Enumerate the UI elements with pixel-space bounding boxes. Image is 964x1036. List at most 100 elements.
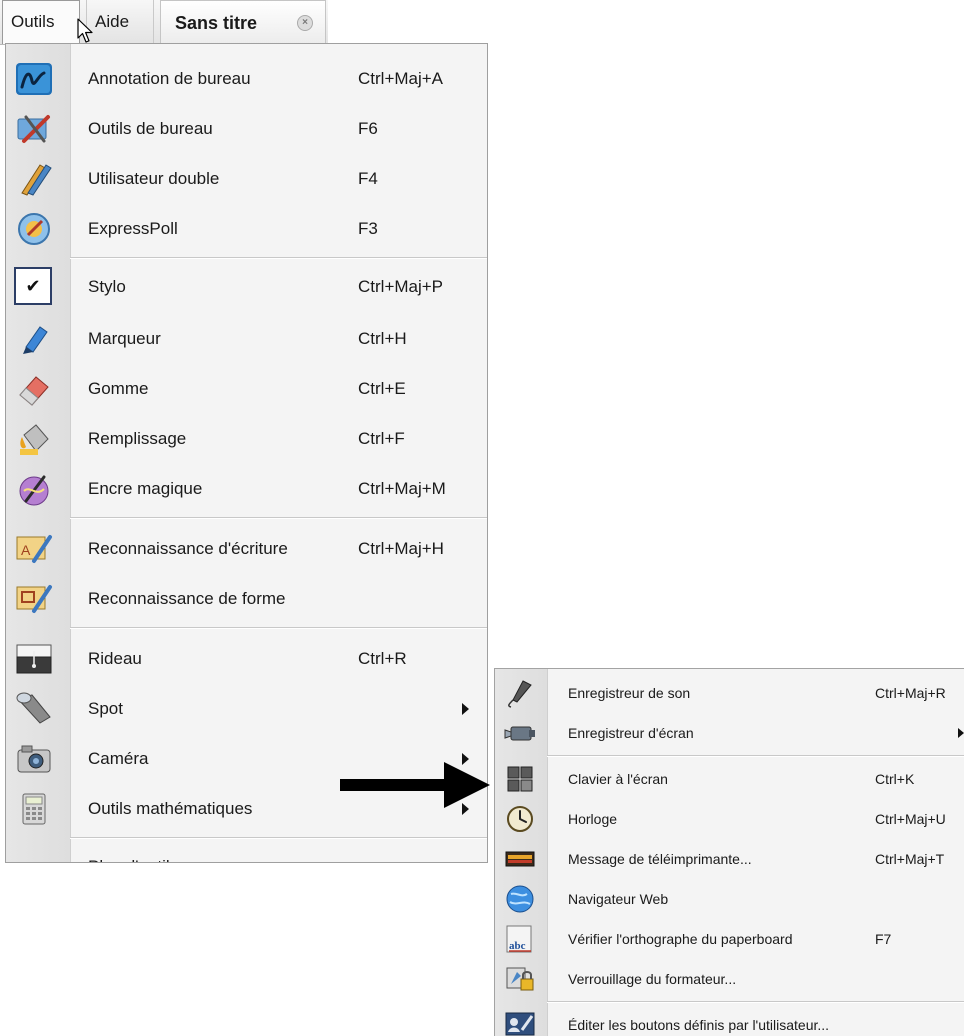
- menu-item-stylo[interactable]: ✔ Stylo Ctrl+Maj+P: [6, 262, 487, 312]
- submenu-item-shortcut: Ctrl+Maj+R: [875, 685, 946, 701]
- menu-item-reconnaissance-forme[interactable]: Reconnaissance de forme: [6, 574, 487, 624]
- spotlight-icon: [16, 692, 51, 724]
- menu-item-label: Utilisateur double: [88, 169, 220, 188]
- menu-item-outils-de-bureau[interactable]: Outils de bureau F6: [6, 104, 487, 154]
- microphone-icon: [508, 680, 532, 708]
- submenu-item-shortcut: Ctrl+Maj+T: [875, 851, 945, 867]
- menu-item-label: Gomme: [88, 379, 149, 398]
- menu-item-label: Caméra: [88, 749, 149, 768]
- pointer-arrow-icon: [340, 762, 490, 808]
- menu-item-annotation-de-bureau[interactable]: Annotation de bureau Ctrl+Maj+A: [6, 54, 487, 104]
- submenu-item-verifier-orthographe[interactable]: abc Vérifier l'orthographe du paperboard…: [495, 919, 964, 959]
- handwriting-recognition-icon: A: [16, 535, 52, 563]
- submenu-item-label: Enregistreur de son: [568, 685, 691, 701]
- submenu-item-enregistreur-ecran[interactable]: Enregistreur d'écran: [495, 713, 964, 753]
- menu-item-gomme[interactable]: Gomme Ctrl+E: [6, 364, 487, 414]
- spellcheck-icon-text: abc: [509, 940, 526, 952]
- camera-icon: [17, 745, 51, 773]
- menu-item-label: Spot: [88, 699, 123, 718]
- calculator-icon: [22, 793, 46, 825]
- submenu-item-message-teleimprimante[interactable]: Message de téléimprimante... Ctrl+Maj+T: [495, 839, 964, 879]
- check-icon: ✔: [14, 267, 52, 305]
- menu-item-shortcut: F6: [358, 119, 378, 138]
- menu-item-encre-magique[interactable]: Encre magique Ctrl+Maj+M: [6, 464, 487, 514]
- magic-ink-icon: [19, 475, 49, 506]
- menu-item-expresspoll[interactable]: ExpressPoll F3: [6, 204, 487, 254]
- clock-icon: [507, 806, 533, 832]
- desktop-tools-icon: [17, 115, 50, 143]
- tab-title: Sans titre: [175, 13, 258, 33]
- submenu-item-shortcut: Ctrl+Maj+U: [875, 811, 946, 827]
- menu-item-label: Reconnaissance d'écriture: [88, 539, 288, 558]
- submenu-item-editer-boutons[interactable]: Éditer les boutons définis par l'utilisa…: [495, 1005, 964, 1036]
- submenu-item-shortcut: Ctrl+K: [875, 771, 915, 787]
- spellcheck-icon: abc: [506, 925, 532, 953]
- eraser-icon: [19, 376, 49, 406]
- menu-item-shortcut: F4: [358, 169, 378, 188]
- submenu-item-enregistreur-son[interactable]: Enregistreur de son Ctrl+Maj+R: [495, 673, 964, 713]
- shape-recognition-icon: [16, 585, 52, 613]
- menu-separator: [70, 517, 487, 519]
- submenu-item-label: Navigateur Web: [568, 891, 669, 907]
- submenu-arrow-icon: [462, 703, 469, 715]
- menu-item-label: Plus d'outils...: [88, 842, 192, 862]
- video-camera-icon: [504, 726, 535, 741]
- expresspoll-icon: [18, 213, 50, 245]
- mouse-cursor-icon: [77, 18, 93, 43]
- menu-item-shortcut: Ctrl+Maj+P: [358, 277, 444, 296]
- menu-separator: [70, 627, 487, 629]
- menu-item-label: ExpressPoll: [88, 219, 178, 238]
- submenu-item-label: Horloge: [568, 811, 618, 827]
- submenu-item-label: Éditer les boutons définis par l'utilisa…: [568, 1017, 830, 1033]
- lock-icon: [506, 967, 534, 991]
- menu-item-label: Reconnaissance de forme: [88, 589, 286, 608]
- submenu-separator: [547, 1001, 964, 1003]
- menu-item-shortcut: Ctrl+H: [358, 329, 407, 348]
- ticker-icon: [505, 851, 535, 867]
- menu-item-shortcut: Ctrl+Maj+A: [358, 69, 444, 88]
- menu-item-shortcut: Ctrl+E: [358, 379, 406, 398]
- menu-outils[interactable]: Outils: [2, 0, 80, 44]
- menu-item-label: Annotation de bureau: [88, 69, 251, 88]
- fill-icon: [20, 424, 49, 455]
- submenu-item-clavier-ecran[interactable]: Clavier à l'écran Ctrl+K: [495, 759, 964, 799]
- menu-item-marqueur[interactable]: Marqueur Ctrl+H: [6, 314, 487, 364]
- menu-item-reconnaissance-ecriture[interactable]: A Reconnaissance d'écriture Ctrl+Maj+H: [6, 524, 487, 574]
- marker-icon: [23, 326, 48, 354]
- menu-separator: [70, 837, 487, 839]
- submenu-arrow-icon: [958, 728, 964, 738]
- curtain-icon: [16, 644, 52, 674]
- menu-item-shortcut: Ctrl+F: [358, 429, 405, 448]
- submenu-item-label: Message de téléimprimante...: [568, 851, 752, 867]
- keyboard-icon: [507, 766, 533, 792]
- close-tab-icon[interactable]: ×: [297, 15, 313, 31]
- menu-item-shortcut: Ctrl+Maj+M: [358, 479, 446, 498]
- tab-sans-titre[interactable]: Sans titre ×: [160, 0, 326, 44]
- submenu-item-horloge[interactable]: Horloge Ctrl+Maj+U: [495, 799, 964, 839]
- dual-user-icon: [21, 164, 52, 196]
- submenu-item-label: Clavier à l'écran: [568, 771, 668, 787]
- menu-item-label: Stylo: [88, 277, 126, 296]
- submenu-item-shortcut: F7: [875, 931, 892, 947]
- submenu-item-label: Vérifier l'orthographe du paperboard: [568, 931, 793, 947]
- outils-dropdown: Annotation de bureau Ctrl+Maj+A Outils d…: [5, 43, 488, 863]
- menu-item-plus-d-outils[interactable]: Plus d'outils...: [6, 842, 487, 862]
- menu-aide[interactable]: Aide: [86, 0, 154, 44]
- menu-item-shortcut: Ctrl+R: [358, 649, 407, 668]
- submenu-item-navigateur-web[interactable]: Navigateur Web: [495, 879, 964, 919]
- menu-item-label: Encre magique: [88, 479, 203, 498]
- menu-item-spot[interactable]: Spot: [6, 684, 487, 734]
- menu-item-shortcut: Ctrl+Maj+H: [358, 539, 444, 558]
- submenu-item-verrouillage-formateur[interactable]: Verrouillage du formateur...: [495, 959, 964, 999]
- svg-text:A: A: [21, 542, 31, 558]
- menu-item-utilisateur-double[interactable]: Utilisateur double F4: [6, 154, 487, 204]
- globe-icon: [506, 885, 534, 913]
- plus-d-outils-submenu: Enregistreur de son Ctrl+Maj+R Enregistr…: [494, 668, 964, 1036]
- menu-item-rideau[interactable]: Rideau Ctrl+R: [6, 634, 487, 684]
- menu-item-remplissage[interactable]: Remplissage Ctrl+F: [6, 414, 487, 464]
- menu-item-label: Marqueur: [88, 329, 161, 348]
- menu-item-shortcut: F3: [358, 219, 378, 238]
- submenu-item-label: Verrouillage du formateur...: [568, 971, 737, 987]
- annotation-icon: [16, 63, 52, 95]
- menu-item-label: Outils mathématiques: [88, 799, 253, 818]
